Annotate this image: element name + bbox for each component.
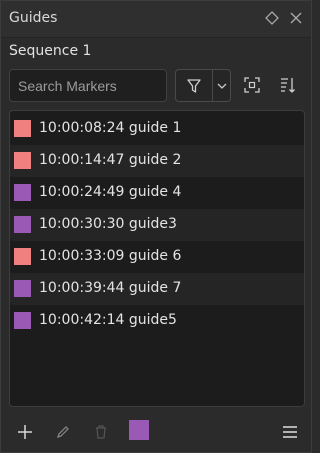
- bottom-toolbar: [1, 411, 311, 452]
- marker-timecode: 10:00:14:47: [39, 152, 125, 168]
- sort-icon[interactable]: [276, 73, 300, 97]
- marker-label: 10:00:08:24 guide 1: [39, 120, 181, 136]
- marker-label: 10:00:42:14 guide5: [39, 312, 177, 328]
- filter-control[interactable]: [175, 69, 231, 102]
- marker-row[interactable]: 10:00:39:44 guide 7: [10, 273, 304, 305]
- plus-icon[interactable]: [13, 420, 37, 444]
- marker-color-swatch: [14, 184, 31, 201]
- marker-color-swatch: [14, 280, 31, 297]
- pencil-icon[interactable]: [51, 420, 75, 444]
- focus-frame-icon[interactable]: [240, 73, 264, 97]
- marker-row[interactable]: 10:00:24:49 guide 4: [10, 177, 304, 209]
- marker-timecode: 10:00:08:24: [39, 120, 125, 136]
- chevron-down-icon[interactable]: [213, 70, 230, 101]
- marker-row[interactable]: 10:00:14:47 guide 2: [10, 145, 304, 177]
- marker-color-swatch: [14, 216, 31, 233]
- marker-name: guide 2: [128, 152, 182, 168]
- marker-name: guide 7: [128, 280, 182, 296]
- trash-icon[interactable]: [89, 420, 113, 444]
- marker-row[interactable]: 10:00:33:09 guide 6: [10, 241, 304, 273]
- marker-timecode: 10:00:33:09: [39, 248, 125, 264]
- marker-row[interactable]: 10:00:08:24 guide 1: [10, 113, 304, 145]
- guides-panel: Guides Sequence 1 10:00:08:24 guide 110:…: [0, 0, 312, 453]
- marker-timecode: 10:00:42:14: [39, 312, 125, 328]
- diamond-icon[interactable]: [263, 9, 281, 27]
- marker-name: guide5: [128, 312, 177, 328]
- marker-color-swatch: [14, 312, 31, 329]
- marker-color-swatch: [14, 120, 31, 137]
- marker-label: 10:00:33:09 guide 6: [39, 248, 181, 264]
- marker-name: guide 6: [128, 248, 182, 264]
- color-swatch-button[interactable]: [129, 420, 149, 440]
- marker-row[interactable]: 10:00:30:30 guide3: [10, 209, 304, 241]
- marker-label: 10:00:30:30 guide3: [39, 216, 177, 232]
- panel-title: Guides: [9, 10, 58, 26]
- marker-timecode: 10:00:39:44: [39, 280, 125, 296]
- marker-name: guide 4: [128, 184, 182, 200]
- markers-list: 10:00:08:24 guide 1 10:00:14:47 guide 2 10…: [9, 110, 305, 407]
- marker-name: guide3: [128, 216, 177, 232]
- marker-color-swatch: [14, 152, 31, 169]
- hamburger-menu-icon[interactable]: [278, 420, 302, 444]
- marker-timecode: 10:00:30:30: [39, 216, 125, 232]
- marker-color-swatch: [14, 248, 31, 265]
- marker-row[interactable]: 10:00:42:14 guide5: [10, 305, 304, 337]
- marker-name: guide 1: [128, 120, 182, 136]
- sequence-name: Sequence 1: [9, 43, 92, 59]
- marker-label: 10:00:39:44 guide 7: [39, 280, 181, 296]
- marker-timecode: 10:00:24:49: [39, 184, 125, 200]
- marker-label: 10:00:14:47 guide 2: [39, 152, 181, 168]
- search-markers-input[interactable]: [9, 69, 167, 102]
- close-icon[interactable]: [287, 9, 305, 27]
- marker-label: 10:00:24:49 guide 4: [39, 184, 181, 200]
- panel-titlebar: Guides: [1, 1, 311, 38]
- filter-icon[interactable]: [176, 70, 212, 101]
